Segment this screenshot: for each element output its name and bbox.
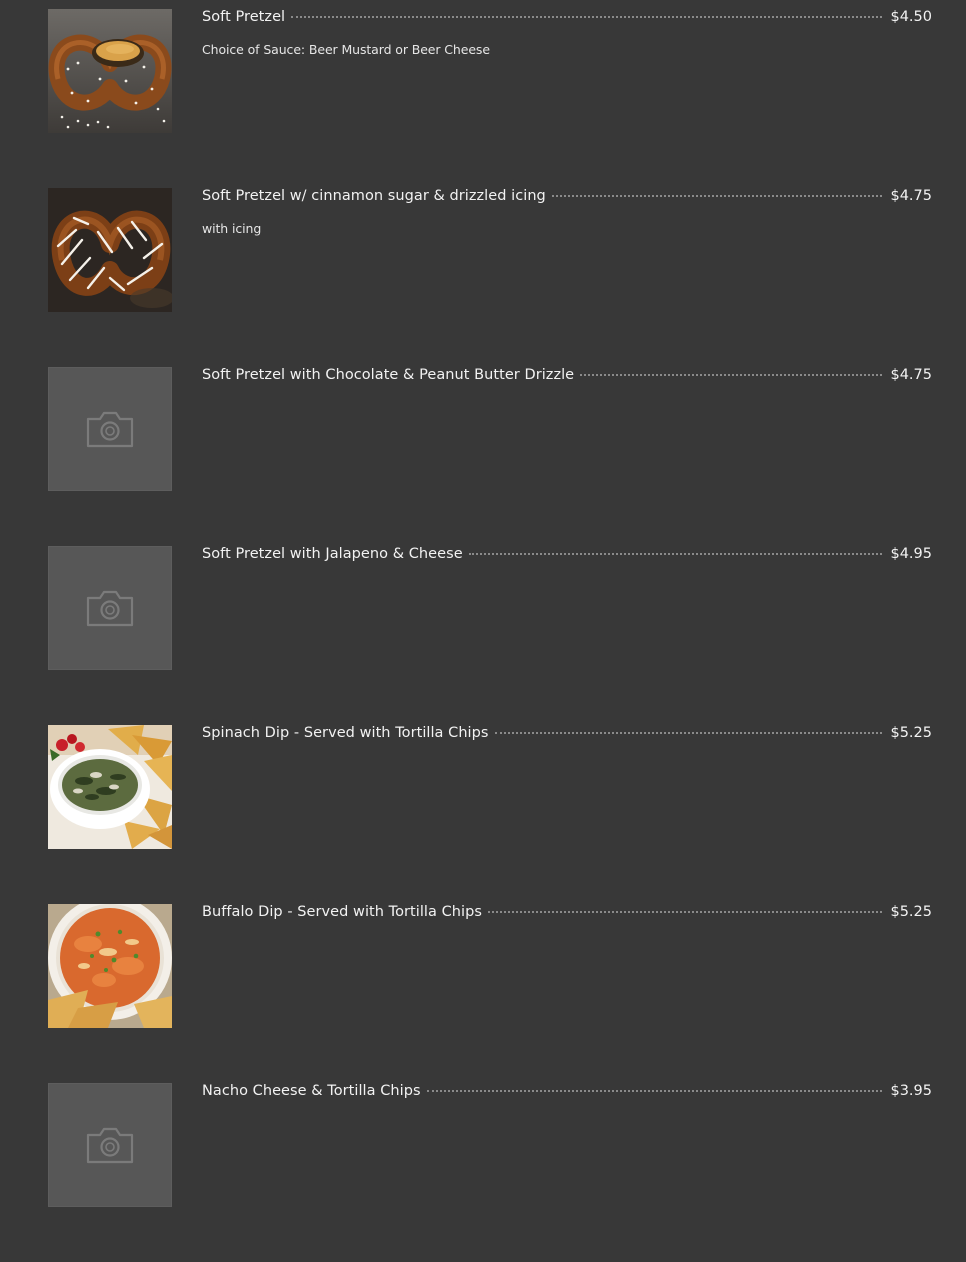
menu-item-price: $4.75 <box>890 188 932 204</box>
menu-item-price: $3.95 <box>890 1083 932 1099</box>
menu-item-title-row: Soft Pretzel w/ cinnamon sugar & drizzle… <box>202 188 932 210</box>
menu-item-title: Nacho Cheese & Tortilla Chips <box>202 1083 421 1099</box>
image-placeholder[interactable] <box>48 367 172 491</box>
menu-item-info: Soft Pretzel w/ cinnamon sugar & drizzle… <box>202 188 932 236</box>
menu-item-price: $4.50 <box>890 9 932 25</box>
menu-item-info: Buffalo Dip - Served with Tortilla Chips… <box>202 904 932 926</box>
menu-item-title-row: Soft Pretzel $4.50 <box>202 9 932 31</box>
dotted-leader <box>487 911 883 913</box>
menu-item-buffalo-dip[interactable]: Buffalo Dip - Served with Tortilla Chips… <box>48 904 932 1028</box>
dotted-leader <box>494 732 883 734</box>
menu-item-description: with icing <box>202 221 262 236</box>
iced-pretzel-photo[interactable] <box>48 188 172 312</box>
camera-icon <box>86 411 134 448</box>
menu-item-soft-pretzel[interactable]: Soft Pretzel $4.50 Choice of Sauce: Beer… <box>48 9 932 133</box>
menu-item-price: $4.95 <box>890 546 932 562</box>
dotted-leader <box>468 553 883 555</box>
menu-item-info: Soft Pretzel with Jalapeno & Cheese $4.9… <box>202 546 932 568</box>
menu-item-cinnamon-pretzel[interactable]: Soft Pretzel w/ cinnamon sugar & drizzle… <box>48 188 932 312</box>
menu-item-info: Nacho Cheese & Tortilla Chips $3.95 <box>202 1083 932 1105</box>
menu-item-title: Soft Pretzel <box>202 9 286 25</box>
menu-item-title: Buffalo Dip - Served with Tortilla Chips <box>202 904 482 920</box>
menu-list: Soft Pretzel $4.50 Choice of Sauce: Beer… <box>48 9 932 1262</box>
menu-item-spinach-dip[interactable]: Spinach Dip - Served with Tortilla Chips… <box>48 725 932 849</box>
menu-item-title-row: Buffalo Dip - Served with Tortilla Chips… <box>202 904 932 926</box>
menu-item-jalapeno-pretzel[interactable]: Soft Pretzel with Jalapeno & Cheese $4.9… <box>48 546 932 670</box>
spinach-dip-photo[interactable] <box>48 725 172 849</box>
menu-item-price: $4.75 <box>890 367 932 383</box>
menu-item-title-row: Soft Pretzel with Chocolate & Peanut But… <box>202 367 932 389</box>
menu-item-chocolate-pretzel[interactable]: Soft Pretzel with Chocolate & Peanut But… <box>48 367 932 491</box>
menu-item-nacho-cheese[interactable]: Nacho Cheese & Tortilla Chips $3.95 <box>48 1083 932 1207</box>
dotted-leader <box>551 195 883 197</box>
camera-icon <box>86 1127 134 1164</box>
camera-icon <box>86 590 134 627</box>
menu-item-price: $5.25 <box>890 904 932 920</box>
menu-item-title-row: Nacho Cheese & Tortilla Chips $3.95 <box>202 1083 932 1105</box>
menu-item-description: Choice of Sauce: Beer Mustard or Beer Ch… <box>202 42 490 57</box>
dotted-leader <box>291 16 883 18</box>
menu-item-title: Soft Pretzel with Jalapeno & Cheese <box>202 546 463 562</box>
image-placeholder[interactable] <box>48 1083 172 1207</box>
menu-item-info: Spinach Dip - Served with Tortilla Chips… <box>202 725 932 747</box>
dotted-leader <box>580 374 883 376</box>
menu-item-title-row: Soft Pretzel with Jalapeno & Cheese $4.9… <box>202 546 932 568</box>
menu-item-info: Soft Pretzel with Chocolate & Peanut But… <box>202 367 932 389</box>
soft-pretzel-photo[interactable] <box>48 9 172 133</box>
menu-item-title: Soft Pretzel with Chocolate & Peanut But… <box>202 367 575 383</box>
menu-item-price: $5.25 <box>890 725 932 741</box>
menu-item-title-row: Spinach Dip - Served with Tortilla Chips… <box>202 725 932 747</box>
dotted-leader <box>426 1090 883 1092</box>
menu-item-info: Soft Pretzel $4.50 Choice of Sauce: Beer… <box>202 9 932 57</box>
menu-item-title: Soft Pretzel w/ cinnamon sugar & drizzle… <box>202 188 546 204</box>
buffalo-dip-photo[interactable] <box>48 904 172 1028</box>
menu-item-title: Spinach Dip - Served with Tortilla Chips <box>202 725 489 741</box>
image-placeholder[interactable] <box>48 546 172 670</box>
